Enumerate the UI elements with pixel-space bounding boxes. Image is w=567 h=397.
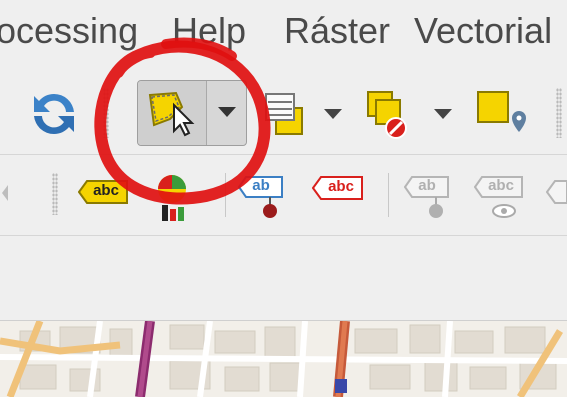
toolbar-grip[interactable] — [52, 173, 58, 215]
label-text: ab — [418, 177, 436, 194]
label-text: abc — [93, 182, 119, 199]
label-text: abc — [488, 177, 514, 194]
move-label-icon[interactable]: ab — [404, 175, 454, 219]
chevron-down-icon[interactable] — [322, 107, 344, 121]
toolbar-grip[interactable] — [103, 88, 109, 138]
main-toolbar — [0, 72, 567, 155]
menu-processing[interactable]: ocessing — [0, 10, 138, 52]
select-by-location-icon[interactable] — [474, 88, 530, 142]
highlight-pinned-labels-icon[interactable]: abc — [312, 175, 364, 201]
toolbar-separator — [225, 173, 226, 217]
deselect-features-icon[interactable] — [364, 88, 414, 142]
select-features-by-area-icon — [148, 91, 195, 137]
chevron-down-icon[interactable] — [432, 107, 454, 121]
chevron-left-icon[interactable] — [0, 183, 10, 203]
rotate-label-icon[interactable] — [546, 179, 567, 205]
select-features-button[interactable] — [138, 81, 207, 145]
empty-toolbar-area — [0, 236, 567, 321]
toolbar-separator — [388, 173, 389, 217]
map-tiles — [0, 321, 567, 397]
show-hide-labels-icon[interactable]: abc — [474, 175, 526, 223]
label-toolbar: abc ab abc ab abc — [0, 155, 567, 236]
label-text: abc — [328, 178, 354, 195]
menu-help[interactable]: Help — [172, 10, 246, 52]
label-text: ab — [252, 177, 270, 194]
menu-vectorial[interactable]: Vectorial — [414, 10, 552, 52]
menu-raster[interactable]: Ráster — [284, 10, 390, 52]
select-features-dropdown[interactable] — [207, 81, 246, 145]
map-canvas[interactable] — [0, 321, 567, 397]
pin-labels-icon[interactable]: ab — [238, 175, 288, 219]
refresh-icon[interactable] — [28, 88, 80, 140]
toolbar-grip[interactable] — [556, 88, 562, 138]
label-placement-icon[interactable] — [150, 171, 194, 225]
attribute-table-icon[interactable] — [262, 90, 306, 138]
select-features-tool-group — [137, 80, 247, 146]
layer-labeling-icon[interactable]: abc — [78, 179, 128, 205]
chevron-down-icon — [218, 107, 236, 117]
menu-bar: ocessing Help Ráster Vectorial — [0, 0, 567, 72]
